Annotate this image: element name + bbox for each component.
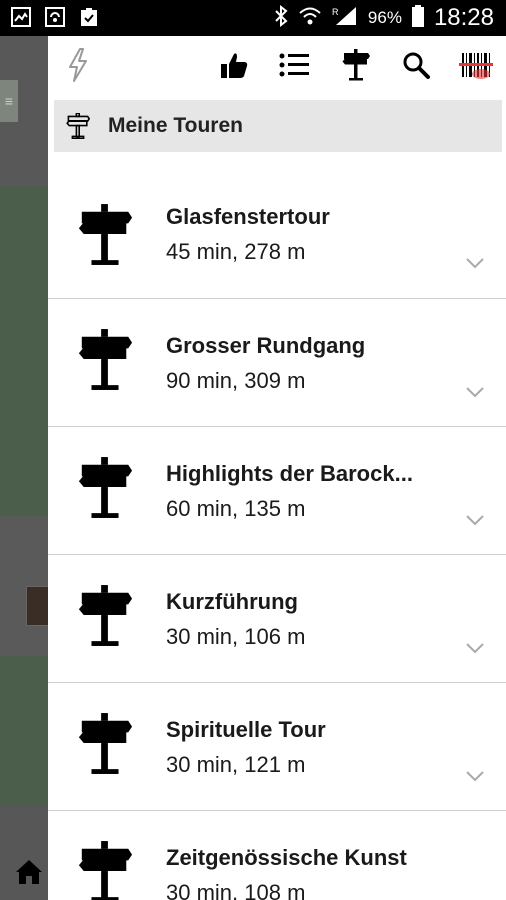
tour-duration-distance: 30 min, 108 m [166, 880, 306, 900]
scan-button[interactable] [458, 49, 494, 85]
tour-duration-distance: 60 min, 135 m [166, 496, 306, 521]
search-button[interactable] [398, 49, 434, 85]
signpost-icon [76, 841, 134, 900]
battery-percent: 96% [367, 8, 402, 27]
tour-title: Kurzführung [166, 589, 298, 614]
tours-button[interactable] [338, 48, 374, 86]
clipboard-icon [78, 6, 100, 28]
flash-button[interactable] [60, 47, 96, 87]
section-header: Meine Touren [54, 100, 502, 152]
home-icon[interactable] [14, 858, 44, 886]
tour-duration-distance: 30 min, 121 m [166, 752, 306, 777]
wifi-icon [298, 5, 322, 32]
flash-icon [67, 47, 89, 87]
tour-duration-distance: 90 min, 309 m [166, 368, 306, 393]
barcode-scanner-icon [459, 49, 493, 86]
tour-title: Glasfenstertour [166, 204, 330, 229]
clock: 18:28 [433, 4, 494, 31]
tour-row[interactable]: Kurzführung 30 min, 106 m [48, 555, 506, 683]
tour-title: Zeitgenössische Kunst [166, 845, 407, 870]
tour-duration-distance: 45 min, 278 m [166, 239, 306, 264]
status-bar: R 96% 18:28 [0, 0, 506, 36]
gallery-icon [10, 6, 32, 28]
signpost-icon [341, 48, 371, 86]
chevron-down-icon[interactable] [466, 385, 484, 398]
signal-icon: R [332, 5, 358, 32]
map-region [0, 656, 48, 806]
tour-title: Grosser Rundgang [166, 333, 366, 358]
tour-row[interactable]: Grosser Rundgang 90 min, 309 m [48, 299, 506, 427]
signpost-icon [76, 585, 134, 647]
list-button[interactable] [276, 49, 312, 85]
tour-row[interactable]: Spirituelle Tour 30 min, 121 m [48, 683, 506, 811]
tour-row[interactable]: Zeitgenössische Kunst 30 min, 108 m [48, 811, 506, 900]
tour-duration-distance: 30 min, 106 m [166, 624, 306, 649]
signpost-icon [76, 204, 134, 266]
sync-icon [44, 6, 66, 28]
search-icon [401, 50, 431, 85]
map-region [0, 186, 48, 516]
chevron-down-icon[interactable] [466, 641, 484, 654]
signpost-icon [76, 329, 134, 391]
favorites-button[interactable] [216, 49, 252, 85]
signpost-icon [76, 457, 134, 519]
toolbar [48, 36, 506, 96]
tour-title: Highlights der Barock... [166, 461, 413, 486]
battery-icon [411, 4, 424, 32]
tour-row[interactable]: Glasfenstertour 45 min, 278 m [48, 152, 506, 299]
signpost-icon [66, 112, 91, 140]
drawer-handle[interactable]: ≡ [0, 80, 18, 122]
chevron-down-icon[interactable] [466, 769, 484, 782]
chevron-down-icon[interactable] [466, 256, 484, 269]
map-photo-thumbnail[interactable] [26, 586, 48, 626]
chevron-down-icon[interactable] [466, 513, 484, 526]
signpost-icon [76, 713, 134, 775]
tour-title: Spirituelle Tour [166, 717, 326, 742]
bluetooth-icon [274, 4, 288, 32]
thumbs-up-icon [219, 50, 249, 85]
svg-text:R: R [332, 7, 339, 17]
map-background[interactable]: ≡ [0, 36, 48, 900]
tour-list: Glasfenstertour 45 min, 278 m Grosser Ru… [48, 152, 506, 900]
tour-row[interactable]: Highlights der Barock... 60 min, 135 m [48, 427, 506, 555]
list-icon [279, 53, 309, 82]
section-title: Meine Touren [108, 114, 243, 137]
